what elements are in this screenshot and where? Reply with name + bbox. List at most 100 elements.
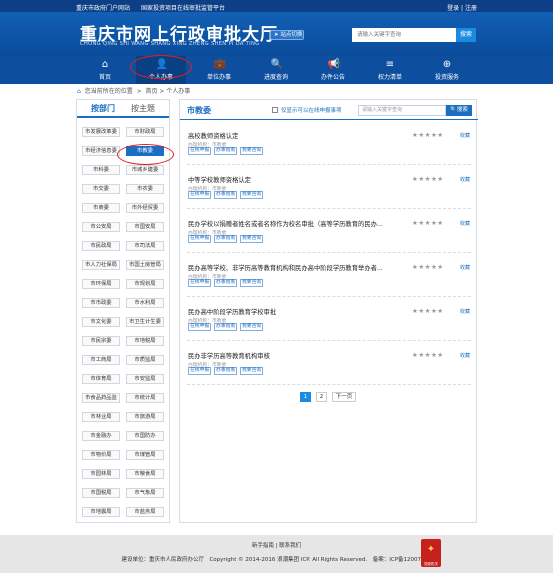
department-item[interactable]: 市安监局: [126, 374, 164, 384]
nav-announcements[interactable]: 📢 办件公告: [308, 56, 358, 84]
department-item[interactable]: 市城乡建委: [126, 165, 164, 175]
apply-online-button[interactable]: 在线申报: [188, 323, 212, 331]
favorite-link[interactable]: 收藏: [460, 176, 470, 183]
guide-button[interactable]: 办事指南: [214, 147, 238, 155]
services-search-input[interactable]: 请输入关键字查询: [358, 105, 446, 116]
guide-button[interactable]: 办事指南: [214, 367, 238, 375]
favorite-link[interactable]: 收藏: [460, 132, 470, 139]
department-item[interactable]: 市发展改革委: [82, 127, 120, 137]
department-item[interactable]: 市市政委: [82, 298, 120, 308]
department-item[interactable]: 市统计局: [126, 393, 164, 403]
apply-online-button[interactable]: 在线申报: [188, 235, 212, 243]
breadcrumb: ⌂ 您当前所在的位置 > 首页 > 个人办事: [77, 86, 190, 96]
nav-home[interactable]: ⌂ 首页: [80, 56, 130, 84]
footer-links[interactable]: 新手指南 | 联系我们: [0, 541, 553, 549]
breadcrumb-path[interactable]: 首页 > 个人办事: [145, 88, 190, 95]
department-item[interactable]: 市科委: [82, 165, 120, 175]
department-item[interactable]: 市气象局: [126, 488, 164, 498]
guide-button[interactable]: 办事指南: [214, 235, 238, 243]
consult-button[interactable]: 我要咨询: [240, 279, 264, 287]
department-item[interactable]: 市国安局: [126, 222, 164, 232]
department-item[interactable]: 市民宗委: [82, 336, 120, 346]
department-item[interactable]: 市司法局: [126, 241, 164, 251]
services-search-button[interactable]: 🔍搜索: [446, 105, 472, 116]
department-item[interactable]: 市林业局: [82, 412, 120, 422]
login-link[interactable]: 登录: [447, 5, 459, 12]
apply-online-button[interactable]: 在线申报: [188, 279, 212, 287]
favorite-link[interactable]: 收藏: [460, 308, 470, 315]
department-item[interactable]: 市盐务局: [126, 507, 164, 517]
guide-button[interactable]: 办事指南: [214, 279, 238, 287]
department-item[interactable]: 市人力社保局: [82, 260, 120, 270]
department-item[interactable]: 市公安局: [82, 222, 120, 232]
service-name[interactable]: 民办学校以捐赠者姓名或者名称作为校名审批（高等学历教育的民办...: [188, 219, 388, 228]
page-2-button[interactable]: 2: [316, 392, 327, 402]
nav-progress[interactable]: 🔍 进度查询: [251, 56, 301, 84]
nav-power-list[interactable]: ≡ 权力清单: [365, 56, 415, 84]
site-switch-button[interactable]: ➤ 站点切换: [270, 30, 304, 40]
department-item[interactable]: 市体育局: [82, 374, 120, 384]
department-item[interactable]: 市地震局: [82, 507, 120, 517]
department-item[interactable]: 市粮食局: [126, 469, 164, 479]
department-item[interactable]: 市卫生计生委: [126, 317, 164, 327]
department-item[interactable]: 市金融办: [82, 431, 120, 441]
department-item[interactable]: 市环保局: [82, 279, 120, 289]
service-name[interactable]: 高校教师资格认定: [188, 131, 388, 140]
department-item[interactable]: 市财政局: [126, 127, 164, 137]
consult-button[interactable]: 我要咨询: [240, 235, 264, 243]
guide-button[interactable]: 办事指南: [214, 323, 238, 331]
consult-button[interactable]: 我要咨询: [240, 191, 264, 199]
department-item[interactable]: 市食品药品监: [82, 393, 120, 403]
breadcrumb-separator: >: [134, 88, 144, 95]
tab-by-theme[interactable]: 按主题: [131, 103, 155, 114]
department-item[interactable]: 市煤管局: [126, 450, 164, 460]
consult-button[interactable]: 我要咨询: [240, 367, 264, 375]
apply-online-button[interactable]: 在线申报: [188, 191, 212, 199]
apply-online-button[interactable]: 在线申报: [188, 367, 212, 375]
consult-button[interactable]: 我要咨询: [240, 323, 264, 331]
header-search-button[interactable]: 搜索: [456, 28, 476, 42]
department-item[interactable]: 市外经贸委: [126, 203, 164, 213]
department-item[interactable]: 市民政局: [82, 241, 120, 251]
department-item[interactable]: 市物价局: [82, 450, 120, 460]
service-name[interactable]: 民办高中阶段学历教育学校审批: [188, 307, 388, 316]
briefcase-icon: 💼: [213, 59, 226, 70]
gov-portal-link[interactable]: 重庆市政府门户网站: [76, 5, 130, 12]
service-name[interactable]: 民办高等学校、非学历高等教育机构和民办高中阶段学历教育举办者...: [188, 263, 388, 272]
department-item[interactable]: 市旅游局: [126, 412, 164, 422]
department-item[interactable]: 市水利局: [126, 298, 164, 308]
department-item[interactable]: 市交委: [82, 184, 120, 194]
investment-platform-link[interactable]: 国家投资项目在线审批监管平台: [141, 5, 225, 12]
site-footer: 新手指南 | 联系我们 建设单位：重庆市人民政府办公厅 Copyright © …: [0, 535, 553, 573]
online-only-label[interactable]: 仅显示可以在线申报事项: [281, 106, 342, 114]
nav-organization[interactable]: 💼 单位办事: [194, 56, 244, 84]
service-name[interactable]: 中等学校教师资格认定: [188, 175, 388, 184]
department-item[interactable]: 市质监局: [126, 355, 164, 365]
department-item[interactable]: 市地税局: [126, 336, 164, 346]
department-item[interactable]: 市工商局: [82, 355, 120, 365]
page-1-button[interactable]: 1: [300, 392, 311, 402]
department-item[interactable]: 市规划局: [126, 279, 164, 289]
department-item[interactable]: 市国防办: [126, 431, 164, 441]
gov-badge-icon[interactable]: ✦ 党政机关: [421, 539, 441, 567]
guide-button[interactable]: 办事指南: [214, 191, 238, 199]
department-item[interactable]: 市商委: [82, 203, 120, 213]
tab-by-department[interactable]: 按部门: [91, 103, 115, 114]
department-item[interactable]: 市经济信息委: [82, 146, 120, 156]
next-page-button[interactable]: 下一页: [332, 392, 356, 402]
favorite-link[interactable]: 收藏: [460, 352, 470, 359]
online-only-checkbox[interactable]: [272, 107, 278, 113]
department-item[interactable]: 市国税局: [82, 488, 120, 498]
service-name[interactable]: 民办非学历高等教育机构审核: [188, 351, 388, 360]
department-item[interactable]: 市农委: [126, 184, 164, 194]
department-item[interactable]: 市文化委: [82, 317, 120, 327]
nav-investment[interactable]: ⊕ 投资服务: [422, 56, 472, 84]
apply-online-button[interactable]: 在线申报: [188, 147, 212, 155]
favorite-link[interactable]: 收藏: [460, 264, 470, 271]
department-item[interactable]: 市园林局: [82, 469, 120, 479]
favorite-link[interactable]: 收藏: [460, 220, 470, 227]
department-item[interactable]: 市国土房管局: [126, 260, 164, 270]
header-search-input[interactable]: [352, 28, 456, 42]
register-link[interactable]: 注册: [465, 5, 477, 12]
consult-button[interactable]: 我要咨询: [240, 147, 264, 155]
